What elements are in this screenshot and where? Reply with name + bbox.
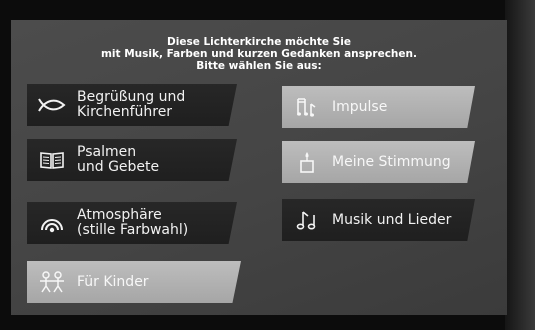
greeting-button[interactable]: Begrüßung und Kirchenführer <box>27 84 237 126</box>
intro-text: Diese Lichterkirche möchte Sie mit Musik… <box>11 36 507 72</box>
children-icon <box>27 261 77 303</box>
greeting-label-line-2: Kirchenführer <box>77 104 173 120</box>
music-songs-label-line-1: Musik und Lieder <box>332 211 452 228</box>
monitor-edge <box>505 0 535 330</box>
children-label-line-1: Für Kinder <box>77 273 149 290</box>
music-songs-label: Musik und Lieder <box>332 211 452 228</box>
psalms-label-line-1: Psalmen <box>77 144 137 160</box>
atmosphere-label-line-1: Atmosphäre <box>77 207 162 223</box>
greeting-label-line-1: Begrüßung und <box>77 89 186 105</box>
mood-label-line-1: Meine Stimmung <box>332 153 451 170</box>
psalms-button[interactable]: Psalmen und Gebete <box>27 139 237 181</box>
music-notes-icon <box>282 199 332 241</box>
atmosphere-label-line-2: (stille Farbwahl) <box>77 222 189 238</box>
children-label: Für Kinder <box>77 273 149 290</box>
atmosphere-button[interactable]: Atmosphäre (stille Farbwahl) <box>27 202 237 244</box>
intro-line-3: Bitte wählen Sie aus: <box>196 60 322 72</box>
intro-line-1: Diese Lichterkirche möchte Sie <box>167 36 351 48</box>
impulse-label: Impulse <box>332 98 388 115</box>
mood-label: Meine Stimmung <box>332 153 451 170</box>
music-notes-icon <box>282 86 332 128</box>
broadcast-waves-icon <box>27 202 77 244</box>
impulse-label-line-1: Impulse <box>332 98 388 115</box>
candle-icon <box>282 141 332 183</box>
intro-line-2: mit Musik, Farben und kurzen Gedanken an… <box>100 48 417 60</box>
mood-button[interactable]: Meine Stimmung <box>282 141 475 183</box>
psalms-label: Psalmen und Gebete <box>77 145 159 175</box>
psalms-label-line-2: und Gebete <box>77 159 160 175</box>
greeting-label: Begrüßung und Kirchenführer <box>77 90 185 120</box>
children-button[interactable]: Für Kinder <box>27 261 241 303</box>
book-icon <box>27 139 77 181</box>
fish-icon <box>27 84 77 126</box>
kiosk-screen: Diese Lichterkirche möchte Sie mit Musik… <box>11 20 507 315</box>
impulse-button[interactable]: Impulse <box>282 86 475 128</box>
atmosphere-label: Atmosphäre (stille Farbwahl) <box>77 208 188 238</box>
music-songs-button[interactable]: Musik und Lieder <box>282 199 475 241</box>
